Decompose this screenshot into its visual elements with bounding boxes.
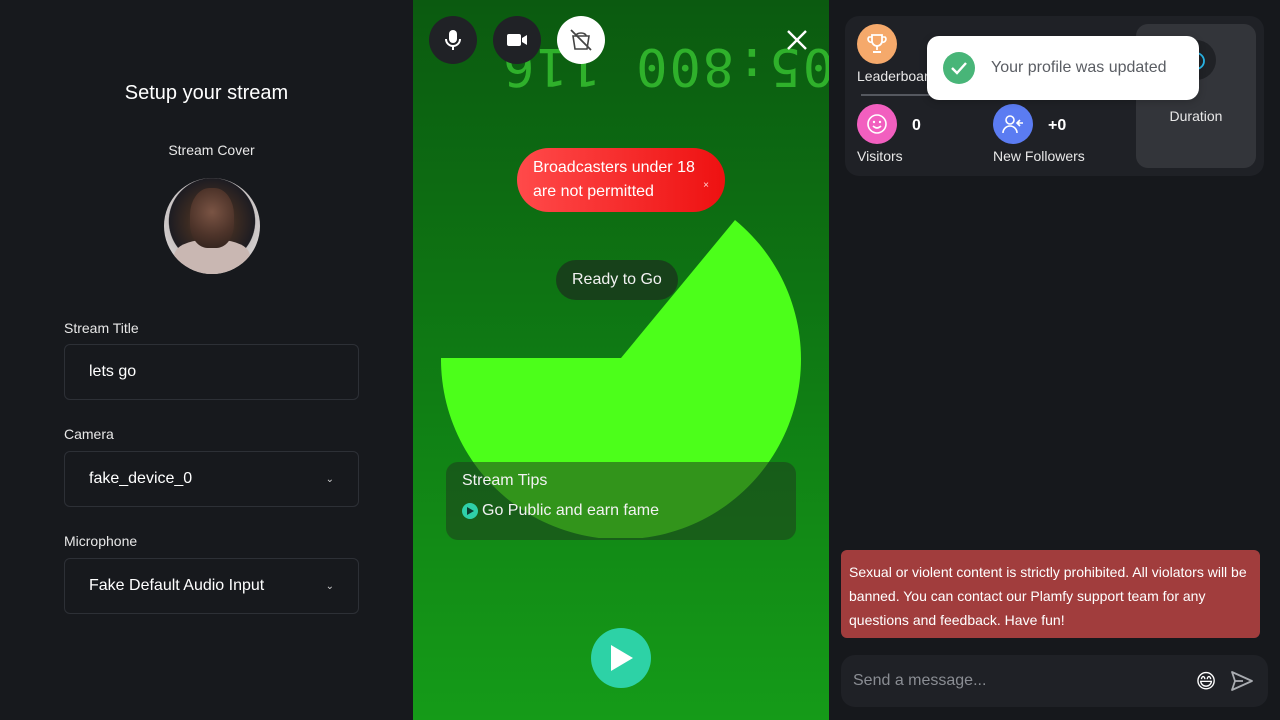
ready-status-badge: Ready to Go [556,260,678,300]
stream-tip-text: Go Public and earn fame [482,502,659,519]
chat-message-input[interactable] [853,672,1184,690]
stream-tips-card: Stream Tips Go Public and earn fame [446,462,796,540]
age-warning-text: Broadcasters under 18 are not permitted [533,159,695,200]
stream-tips-title: Stream Tips [462,472,548,489]
test-pattern-digits: 205:800 116 [501,36,829,96]
content-policy-notice: Sexual or violent content is strictly pr… [841,550,1260,638]
stream-title-value: lets go [89,363,137,380]
app-root: Setup your stream Stream Cover Stream Ti… [0,0,1280,720]
stats-card: Leaderboard 0 Visitors +0 New Followers … [845,16,1264,176]
camera-select[interactable]: fake_device_0 ⌄ [64,451,359,507]
play-icon [611,645,633,671]
right-panel: Leaderboard 0 Visitors +0 New Followers … [829,0,1280,720]
stream-cover-image[interactable] [164,178,260,274]
toast-message: Your profile was updated [991,59,1167,76]
setup-title: Setup your stream [124,82,289,104]
microphone-value: Fake Default Audio Input [89,577,265,594]
send-icon[interactable] [1228,667,1256,695]
video-camera-icon [507,34,527,46]
chevron-down-icon: ⌄ [325,473,334,485]
stream-title-label: Stream Title [64,320,139,336]
age-warning-close-icon[interactable]: × [703,174,709,198]
stream-title-input[interactable]: lets go [64,344,359,400]
stream-tip-item[interactable]: Go Public and earn fame [462,502,780,520]
stream-cover-label: Stream Cover [168,142,255,158]
new-followers-label: New Followers [993,148,1085,164]
new-followers-count: +0 [1048,117,1067,134]
age-warning-pill: Broadcasters under 18 are not permitted … [517,148,725,212]
camera-label: Camera [64,426,114,442]
microphone-select[interactable]: Fake Default Audio Input ⌄ [64,558,359,614]
effects-off-icon [570,29,592,51]
close-button[interactable] [781,24,813,56]
avatar-face-shape [190,188,234,248]
effects-off-button[interactable] [557,16,605,64]
trophy-icon [857,24,897,64]
setup-panel: Setup your stream Stream Cover Stream Ti… [0,0,413,720]
smiley-icon [857,104,897,144]
microphone-label: Microphone [64,533,138,549]
duration-label: Duration [1169,108,1223,124]
play-circle-icon [462,503,478,519]
visitors-label: Visitors [857,148,903,164]
emoji-icon[interactable]: 😄 [1192,667,1220,695]
visitors-count: 0 [912,117,921,134]
camera-value: fake_device_0 [89,470,193,487]
check-circle-icon [943,52,975,84]
chevron-down-icon: ⌄ [325,580,334,592]
stream-preview: 205:800 116 [413,0,829,720]
camera-toggle-button[interactable] [493,16,541,64]
profile-updated-toast: Your profile was updated [927,36,1199,100]
close-icon [787,30,807,50]
microphone-toggle-button[interactable] [429,16,477,64]
add-user-icon [993,104,1033,144]
microphone-icon [445,30,461,50]
leaderboard-label[interactable]: Leaderboard [857,68,936,84]
go-live-button[interactable] [591,628,651,688]
chat-composer: 😄 [841,655,1268,707]
